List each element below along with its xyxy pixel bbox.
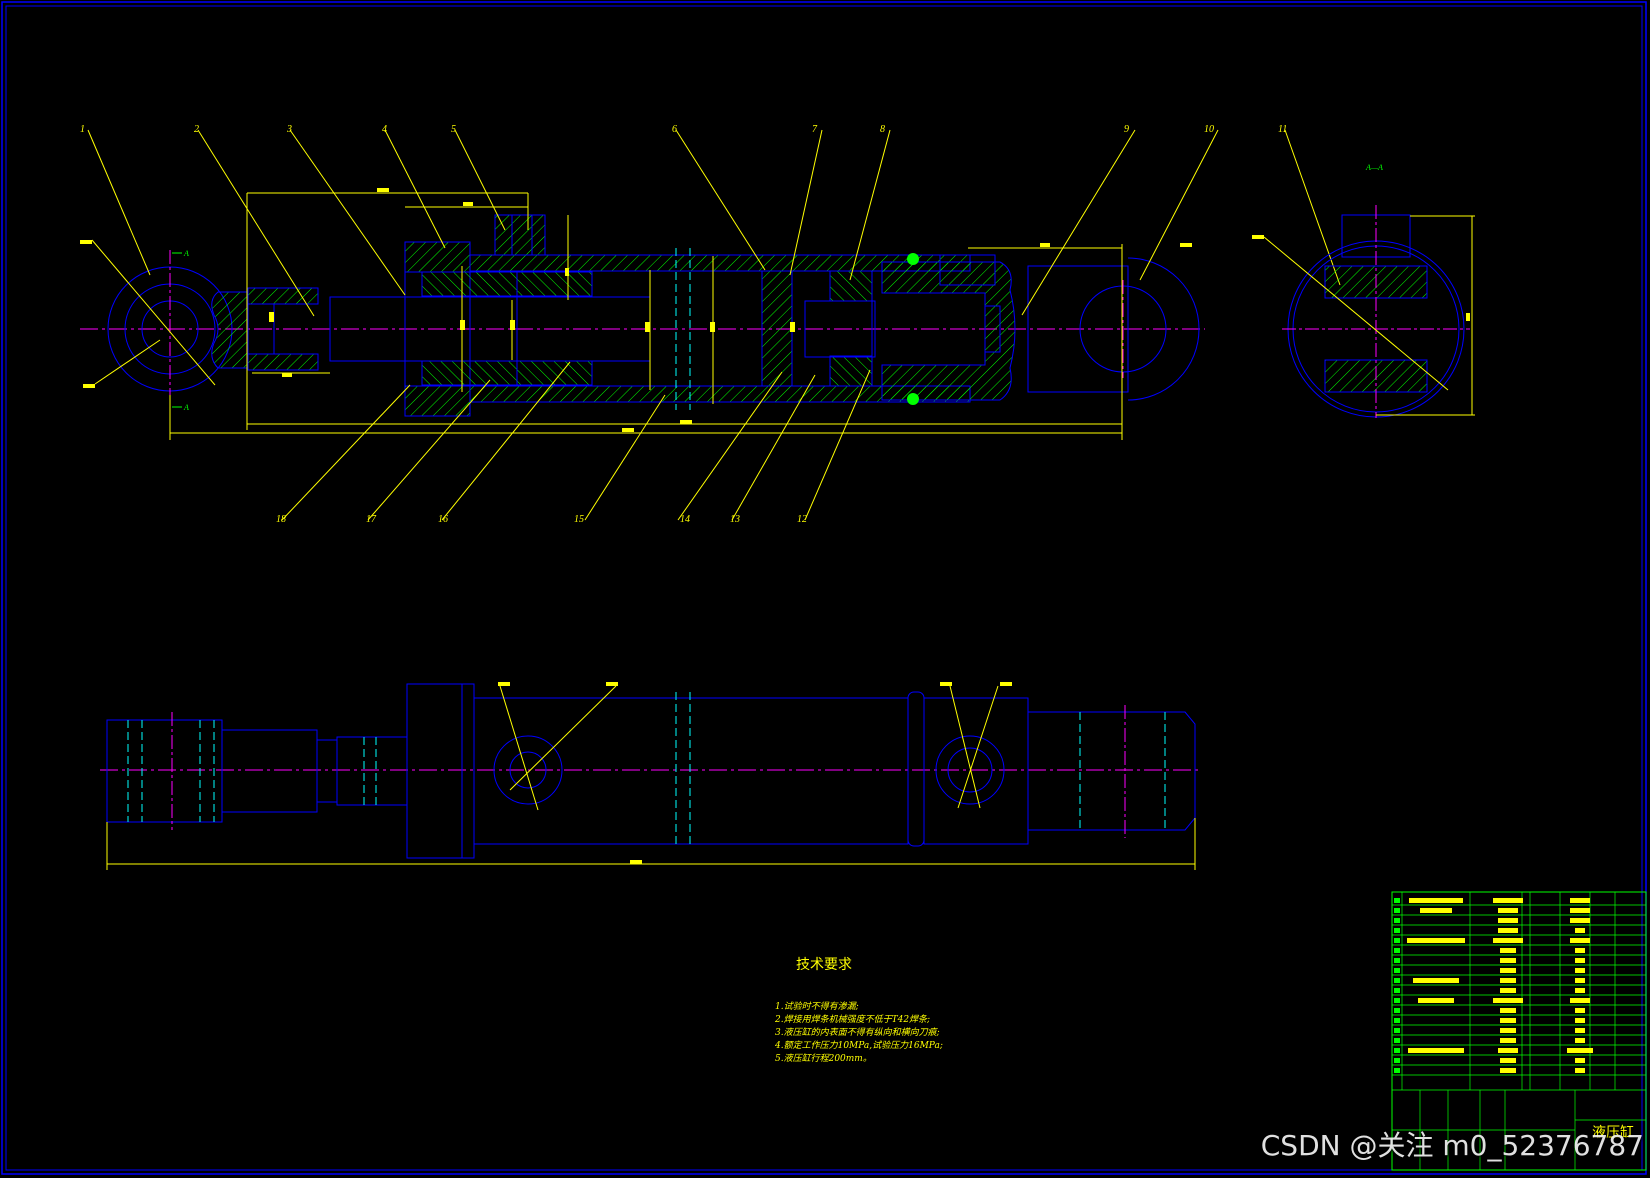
parts-list-index-mark: [1394, 1038, 1400, 1043]
parts-list-cell-bar: [1498, 918, 1518, 923]
parts-list-index-mark: [1394, 988, 1400, 993]
parts-list-cell-bar: [1570, 908, 1590, 913]
parts-list-index-mark: [1394, 918, 1400, 923]
callout-6: 6: [672, 124, 677, 135]
section-marker-top: A: [183, 249, 189, 258]
section-marker-bottom: A: [183, 403, 189, 412]
parts-list-cell-bar: [1570, 938, 1590, 943]
parts-list-cell-bar: [1575, 928, 1585, 933]
parts-list-cell-bar: [1575, 958, 1585, 963]
parts-list-index-mark: [1394, 998, 1400, 1003]
rod-end-hatch: [211, 291, 249, 369]
parts-list-index-mark: [1394, 928, 1400, 933]
callout-13: 13: [730, 514, 740, 525]
parts-list-cell-bar: [1500, 968, 1516, 973]
callout-18: 18: [276, 514, 286, 525]
parts-list-cell-bar: [1408, 1048, 1464, 1053]
parts-list-cell-bar: [1575, 978, 1585, 983]
callout-16: 16: [438, 514, 448, 525]
parts-list-cell-bar: [1575, 1028, 1585, 1033]
parts-list-cell-bar: [1575, 1068, 1585, 1073]
parts-list-cell-bar: [1500, 1028, 1516, 1033]
callout-2: 2: [194, 124, 199, 135]
parts-list-cell-bar: [1500, 958, 1516, 963]
parts-list-cell-bar: [1420, 908, 1452, 913]
parts-list-index-mark: [1394, 948, 1400, 953]
parts-list-cell-bar: [1500, 948, 1516, 953]
parts-list-cell-bar: [1498, 908, 1518, 913]
parts-list-cell-bar: [1498, 928, 1518, 933]
parts-list-cell-bar: [1500, 1018, 1516, 1023]
parts-list-index-mark: [1394, 1068, 1400, 1073]
callout-15: 15: [574, 514, 584, 525]
parts-list-index-mark: [1394, 1028, 1400, 1033]
parts-list-cell-bar: [1418, 998, 1454, 1003]
parts-list-cell-bar: [1575, 988, 1585, 993]
parts-list-cell-bar: [1567, 1048, 1593, 1053]
callout-10: 10: [1204, 124, 1214, 135]
callout-14: 14: [680, 514, 690, 525]
external-view: [100, 682, 1200, 870]
parts-list-cell-bar: [1493, 998, 1523, 1003]
watermark: CSDN @关注 m0_52376787: [1260, 1129, 1644, 1162]
parts-list-cell-bar: [1575, 948, 1585, 953]
parts-list-cell-bar: [1493, 938, 1523, 943]
parts-list-index-mark: [1394, 958, 1400, 963]
parts-list-cell-bar: [1570, 918, 1590, 923]
tech-req-line-5: 5.液压缸行程200mm。: [775, 1053, 872, 1064]
main-section-view: 1 2 3 4 5 6 7 8 9 10 11 18 17 16 15 14 1…: [80, 124, 1470, 525]
oil-port: [494, 214, 546, 256]
callout-12: 12: [797, 514, 807, 525]
parts-list-index-mark: [1394, 1018, 1400, 1023]
parts-list-index-mark: [1394, 1058, 1400, 1063]
parts-list-cell-bar: [1575, 1038, 1585, 1043]
parts-list-cell-bar: [1413, 978, 1459, 983]
section-view-label: A—A: [1365, 163, 1383, 172]
parts-list-index-mark: [1394, 908, 1400, 913]
section-a-a-view: A—A: [1263, 163, 1475, 418]
parts-list-cell-bar: [1500, 1068, 1516, 1073]
callout-3: 3: [286, 124, 292, 135]
engineering-drawing: 1 2 3 4 5 6 7 8 9 10 11 18 17 16 15 14 1…: [1, 1, 1647, 1175]
callout-4: 4: [382, 124, 387, 135]
parts-list-index-mark: [1394, 968, 1400, 973]
callout-11: 11: [1278, 124, 1287, 135]
parts-list-index-mark: [1394, 1008, 1400, 1013]
dimension-lines: [169, 192, 1123, 440]
callout-8: 8: [880, 124, 885, 135]
parts-list-index-mark: [1394, 938, 1400, 943]
callout-7: 7: [812, 124, 818, 135]
parts-list-index-mark: [1394, 1048, 1400, 1053]
inner-frame: [5, 5, 1643, 1171]
parts-list-cell-bar: [1570, 898, 1590, 903]
parts-list-cell-bar: [1500, 1038, 1516, 1043]
technical-requirements: 技术要求 1.试验时不得有渗漏; 2.焊接用焊条机械强度不低于T42焊条; 3.…: [774, 957, 943, 1064]
parts-list-index-mark: [1394, 978, 1400, 983]
tech-req-title: 技术要求: [796, 957, 852, 973]
parts-list-cell-bar: [1500, 1058, 1516, 1063]
callout-17: 17: [366, 514, 377, 525]
parts-list-cell-bar: [1407, 938, 1465, 943]
parts-list-cell-bar: [1500, 1008, 1516, 1013]
parts-list-cell-bar: [1500, 988, 1516, 993]
parts-list-cell-bar: [1498, 1048, 1518, 1053]
parts-list-cell-bar: [1575, 1058, 1585, 1063]
parts-list-cell-bar: [1575, 1018, 1585, 1023]
callout-5: 5: [451, 124, 456, 135]
tech-req-line-2: 2.焊接用焊条机械强度不低于T42焊条;: [774, 1014, 930, 1025]
parts-list-cell-bar: [1409, 898, 1463, 903]
parts-list-cell-bar: [1575, 1008, 1585, 1013]
parts-list-index-mark: [1394, 898, 1400, 903]
tech-req-line-4: 4.额定工作压力10MPa,试验压力16MPa;: [774, 1040, 943, 1051]
tech-req-line-3: 3.液压缸的内表面不得有纵向和横向刀痕;: [775, 1027, 940, 1038]
parts-list-cell-bar: [1493, 898, 1523, 903]
callout-9: 9: [1124, 124, 1129, 135]
parts-list-cell-bar: [1575, 968, 1585, 973]
tech-req-line-1: 1.试验时不得有渗漏;: [775, 1001, 859, 1012]
callout-1: 1: [80, 124, 85, 135]
parts-list-cell-bar: [1500, 978, 1516, 983]
parts-list-cell-bar: [1570, 998, 1590, 1003]
